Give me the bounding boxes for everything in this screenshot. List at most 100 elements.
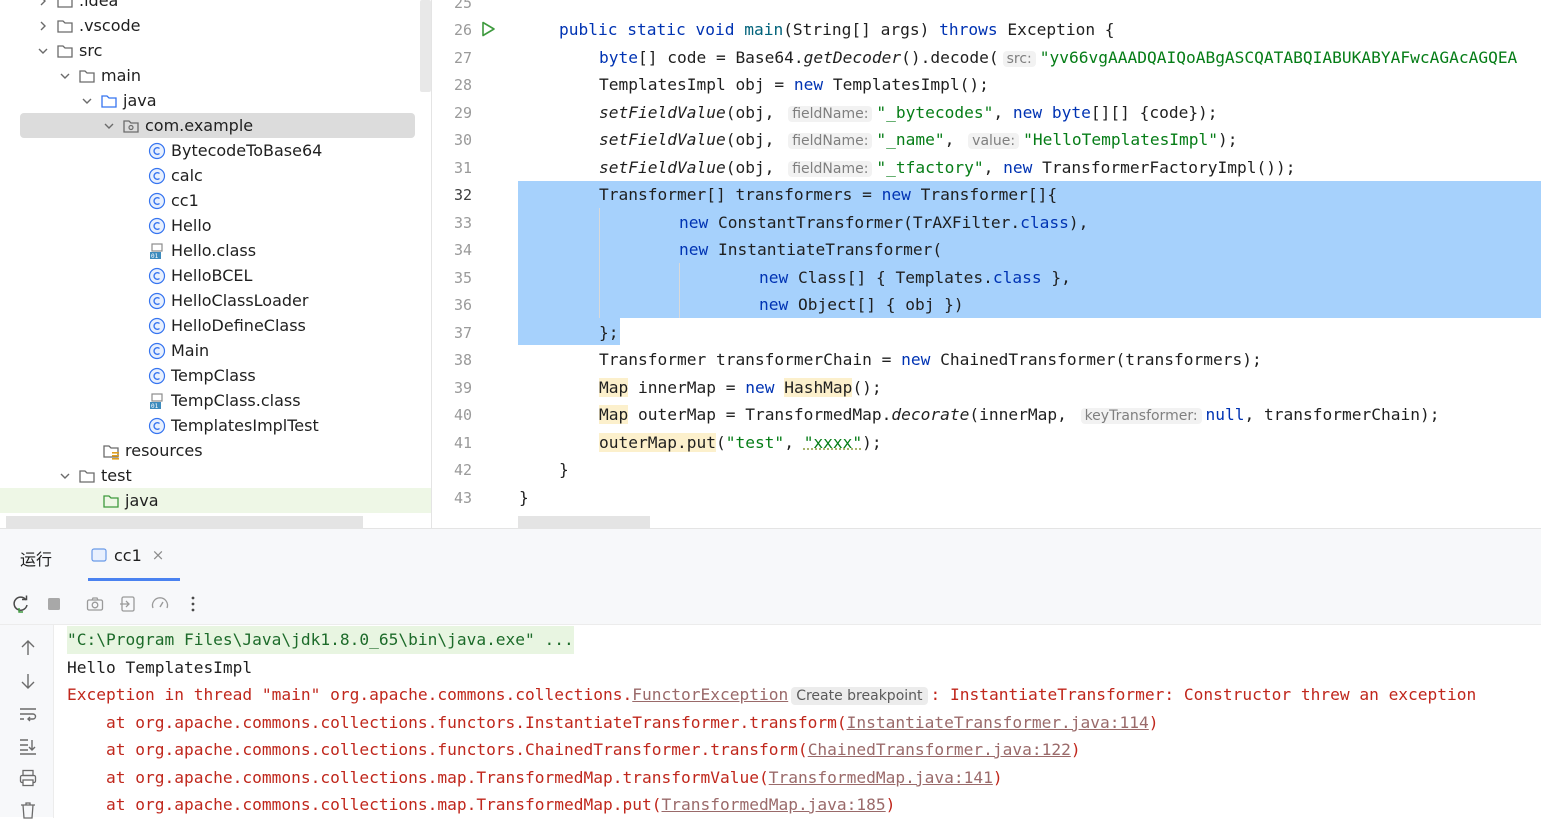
java-class-icon xyxy=(148,267,166,285)
tree-item-class[interactable]: HelloClassLoader xyxy=(0,288,431,313)
tree-item-label: cc1 xyxy=(171,191,199,210)
stack-trace-line: at org.apache.commons.collections.functo… xyxy=(67,740,1081,759)
chevron-right-icon[interactable] xyxy=(36,19,50,33)
print-icon[interactable] xyxy=(17,767,39,789)
exit-icon[interactable] xyxy=(117,593,139,615)
arrow-up-icon[interactable] xyxy=(17,637,39,659)
chevron-down-icon[interactable] xyxy=(80,94,94,108)
line-number-gutter: 25 26 27 28 29 30 31 32 33 34 35 36 37 3… xyxy=(432,0,518,528)
tree-item-resources[interactable]: resources xyxy=(0,438,431,463)
chevron-down-icon[interactable] xyxy=(58,469,72,483)
tree-item-label: src xyxy=(79,41,103,60)
chevron-down-icon[interactable] xyxy=(102,119,116,133)
exception-class-link[interactable]: FunctorException xyxy=(632,685,788,704)
tree-item-src[interactable]: src xyxy=(0,38,431,63)
run-main-icon[interactable] xyxy=(479,20,497,38)
line-number: 31 xyxy=(453,159,472,177)
tree-item-main[interactable]: main xyxy=(0,63,431,88)
param-hint: fieldName: xyxy=(788,106,873,122)
java-class-icon xyxy=(148,417,166,435)
code-line-34: new InstantiateTransformer( xyxy=(679,240,943,259)
line-number-current: 32 xyxy=(453,186,472,204)
tab-cc1[interactable]: cc1 × xyxy=(84,529,180,581)
code-line-42: } xyxy=(559,460,569,479)
tree-vertical-scrollbar[interactable] xyxy=(420,0,431,92)
run-config-icon xyxy=(90,546,108,564)
soft-wrap-icon[interactable] xyxy=(17,703,39,725)
tree-item-class[interactable]: BytecodeToBase64 xyxy=(0,138,431,163)
tree-item-vscode[interactable]: .vscode xyxy=(0,13,431,38)
tree-item-test[interactable]: test xyxy=(0,463,431,488)
tree-item-label: TemplatesImplTest xyxy=(171,416,319,435)
stack-trace-line: at org.apache.commons.collections.map.Tr… xyxy=(67,795,896,814)
tree-item-label: java xyxy=(123,91,157,110)
tree-item-class[interactable]: cc1 xyxy=(0,188,431,213)
tree-item-class[interactable]: TempClass xyxy=(0,363,431,388)
source-folder-icon xyxy=(100,92,118,110)
code-line-35: new Class[] { Templates.class }, xyxy=(759,268,1071,287)
more-options-icon[interactable] xyxy=(182,593,204,615)
code-editor[interactable]: 25 26 27 28 29 30 31 32 33 34 35 36 37 3… xyxy=(432,0,1541,528)
exception-message: : InstantiateTransformer: Constructor th… xyxy=(930,685,1477,704)
package-icon xyxy=(122,117,140,135)
java-class-icon xyxy=(148,342,166,360)
console-side-toolbar xyxy=(0,625,54,821)
line-number: 26 xyxy=(453,21,472,39)
stack-trace-line: at org.apache.commons.collections.functo… xyxy=(67,713,1159,732)
tree-item-com-example[interactable]: com.example xyxy=(20,113,415,138)
code-line-27: byte[] code = Base64.getDecoder().decode… xyxy=(599,48,1518,67)
rerun-icon[interactable] xyxy=(10,593,32,615)
tree-item-idea[interactable]: .idea xyxy=(0,0,431,13)
param-hint: value: xyxy=(968,133,1020,149)
chevron-right-icon[interactable] xyxy=(36,0,50,8)
tree-item-class[interactable]: calc xyxy=(0,163,431,188)
stack-trace-link[interactable]: TransformedMap.java:141 xyxy=(769,768,993,787)
java-class-icon xyxy=(148,367,166,385)
stack-trace-link[interactable]: ChainedTransformer.java:122 xyxy=(808,740,1071,759)
tree-item-class-file[interactable]: 01 TempClass.class xyxy=(0,388,431,413)
console-command-line: "C:\Program Files\Java\jdk1.8.0_65\bin\j… xyxy=(67,626,574,654)
tree-item-class[interactable]: HelloBCEL xyxy=(0,263,431,288)
tree-item-java-source[interactable]: java xyxy=(0,88,431,113)
param-hint: fieldName: xyxy=(788,133,873,149)
tree-item-class[interactable]: Hello xyxy=(0,213,431,238)
camera-icon[interactable] xyxy=(84,593,106,615)
code-line-39: Map innerMap = new HashMap(); xyxy=(599,378,882,397)
tree-item-class[interactable]: TemplatesImplTest xyxy=(0,413,431,438)
tree-item-class[interactable]: Main xyxy=(0,338,431,363)
tree-item-label: main xyxy=(101,66,141,85)
folder-icon xyxy=(56,42,74,60)
tree-horizontal-scrollbar[interactable] xyxy=(6,516,363,528)
java-class-icon xyxy=(148,317,166,335)
param-hint: fieldName: xyxy=(788,161,873,177)
java-class-icon xyxy=(148,142,166,160)
chevron-down-icon[interactable] xyxy=(36,44,50,58)
line-number: 34 xyxy=(453,241,472,259)
console-output[interactable]: "C:\Program Files\Java\jdk1.8.0_65\bin\j… xyxy=(54,625,1541,818)
tree-item-class[interactable]: HelloDefineClass xyxy=(0,313,431,338)
code-line-33: new ConstantTransformer(TrAXFilter.class… xyxy=(679,213,1089,232)
create-breakpoint-button[interactable]: Create breakpoint xyxy=(791,687,928,705)
tree-item-label: calc xyxy=(171,166,203,185)
editor-horizontal-scrollbar[interactable] xyxy=(518,516,650,528)
tree-item-label: TempClass.class xyxy=(171,391,301,410)
stack-trace-link[interactable]: TransformedMap.java:185 xyxy=(662,795,886,814)
close-icon[interactable]: × xyxy=(152,546,165,564)
code-line-31: setFieldValue(obj, fieldName: "_tfactory"… xyxy=(599,158,1296,177)
binary-class-file-icon: 01 xyxy=(148,242,166,260)
tree-item-java-test[interactable]: java xyxy=(0,488,431,513)
stop-icon[interactable] xyxy=(43,593,65,615)
line-number: 37 xyxy=(453,324,472,342)
chevron-down-icon[interactable] xyxy=(58,69,72,83)
stack-trace-link[interactable]: InstantiateTransformer.java:114 xyxy=(847,713,1149,732)
svg-text:01: 01 xyxy=(151,253,159,260)
trash-icon[interactable] xyxy=(17,799,39,821)
tree-item-class-file[interactable]: 01 Hello.class xyxy=(0,238,431,263)
folder-icon xyxy=(56,17,74,35)
code-line-43: } xyxy=(519,488,529,507)
scroll-to-end-icon[interactable] xyxy=(17,735,39,757)
profiler-icon[interactable] xyxy=(149,593,171,615)
arrow-down-icon[interactable] xyxy=(17,670,39,692)
line-number: 43 xyxy=(453,489,472,507)
line-number: 42 xyxy=(453,461,472,479)
